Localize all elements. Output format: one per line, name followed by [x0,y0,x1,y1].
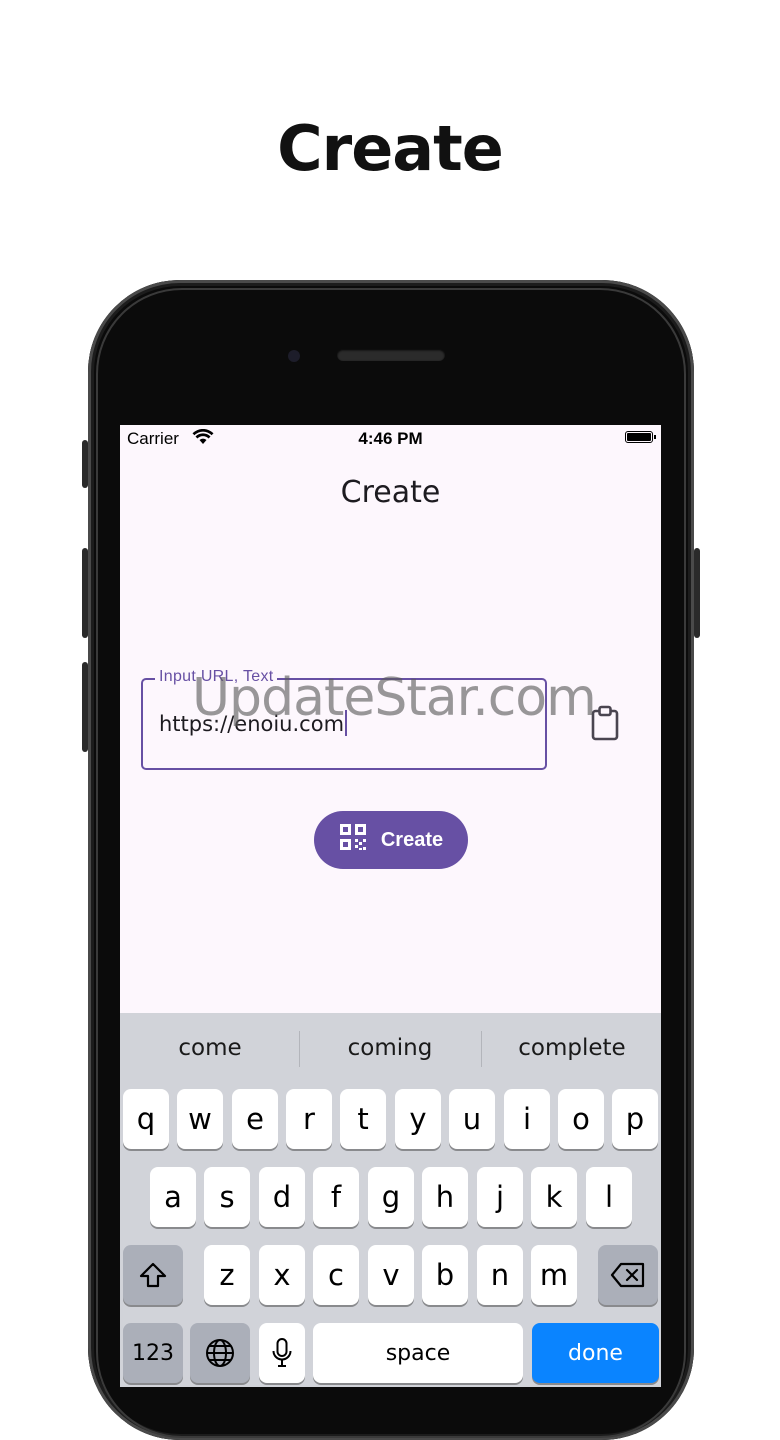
key-y[interactable]: y [395,1089,441,1149]
key-e[interactable]: e [232,1089,278,1149]
key-l[interactable]: l [586,1167,632,1227]
key-t[interactable]: t [340,1089,386,1149]
key-o[interactable]: o [558,1089,604,1149]
key-m[interactable]: m [531,1245,577,1305]
shift-icon [139,1262,167,1288]
globe-key[interactable] [190,1323,250,1383]
phone-screen: Carrier 4:46 PM Create Input URL, Text h… [120,425,661,1387]
key-w[interactable]: w [177,1089,223,1149]
space-key[interactable]: space [313,1323,523,1383]
key-h[interactable]: h [422,1167,468,1227]
watermark-text: UpdateStar.com [192,668,597,728]
app-bar-title: Create [340,475,441,510]
key-n[interactable]: n [477,1245,523,1305]
done-key[interactable]: done [532,1323,659,1383]
delete-key[interactable] [598,1245,658,1305]
front-camera [288,350,300,362]
key-q[interactable]: q [123,1089,169,1149]
earpiece-speaker [337,349,445,361]
key-k[interactable]: k [531,1167,577,1227]
key-j[interactable]: j [477,1167,523,1227]
key-x[interactable]: x [259,1245,305,1305]
key-g[interactable]: g [368,1167,414,1227]
key-f[interactable]: f [313,1167,359,1227]
dictation-key[interactable] [259,1323,305,1383]
key-s[interactable]: s [204,1167,250,1227]
volume-up-button [82,548,88,638]
on-screen-keyboard: come coming complete q w e r t y u i o p… [120,1013,661,1387]
key-b[interactable]: b [422,1245,468,1305]
suggestion-item[interactable]: coming [300,1035,480,1061]
suggestion-item[interactable]: come [120,1035,300,1061]
microphone-icon [272,1338,292,1367]
key-r[interactable]: r [286,1089,332,1149]
key-a[interactable]: a [150,1167,196,1227]
suggestion-bar: come coming complete [120,1013,661,1083]
status-time: 4:46 PM [358,429,423,448]
status-bar: Carrier 4:46 PM [120,425,661,451]
qr-code-icon [339,823,367,857]
numbers-key[interactable]: 123 [123,1323,183,1383]
create-button[interactable]: Create [314,811,468,869]
battery-icon [625,431,656,443]
mute-switch [82,440,88,488]
key-i[interactable]: i [504,1089,550,1149]
power-button [694,548,700,638]
key-d[interactable]: d [259,1167,305,1227]
key-p[interactable]: p [612,1089,658,1149]
shift-key[interactable] [123,1245,183,1305]
create-button-label: Create [380,828,444,851]
key-z[interactable]: z [204,1245,250,1305]
key-u[interactable]: u [449,1089,495,1149]
promo-heading: Create [277,112,504,185]
backspace-icon [610,1262,645,1288]
key-v[interactable]: v [368,1245,414,1305]
globe-icon [206,1339,234,1367]
volume-down-button [82,662,88,752]
suggestion-item[interactable]: complete [482,1035,661,1061]
key-c[interactable]: c [313,1245,359,1305]
